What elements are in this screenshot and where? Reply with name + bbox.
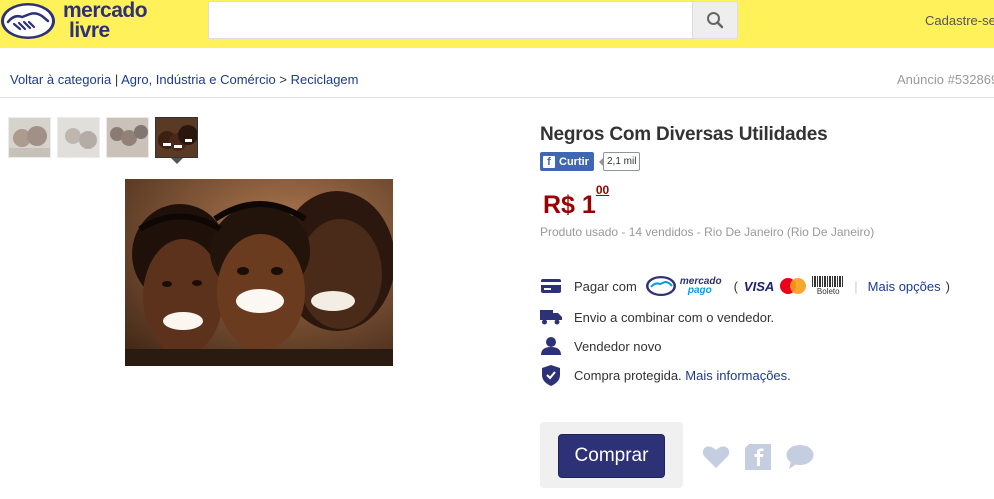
- speech-bubble-icon: [786, 445, 814, 469]
- pay-with-label: Pagar com: [574, 278, 637, 294]
- product-main-photo[interactable]: [125, 179, 393, 366]
- product-meta: Produto usado - 14 vendidos - Rio De Jan…: [540, 225, 874, 239]
- signup-link[interactable]: Cadastre-se: [925, 13, 994, 28]
- mastercard-icon: [780, 278, 807, 294]
- product-thumbnail-4[interactable]: [155, 117, 198, 158]
- back-to-category-link[interactable]: Voltar à categoria: [10, 72, 111, 87]
- breadcrumb: Voltar à categoria | Agro, Indústria e C…: [10, 72, 359, 87]
- search-input[interactable]: [208, 1, 693, 39]
- breadcrumb-subcategory-link[interactable]: Reciclagem: [291, 72, 359, 87]
- credit-card-icon: [540, 275, 562, 297]
- protection-row: Compra protegida. Mais informações.: [540, 364, 791, 386]
- mercado-pago-handshake-icon: [645, 276, 676, 296]
- facebook-icon: f: [543, 155, 555, 168]
- search-icon: [707, 12, 724, 29]
- meta-separator: -: [693, 225, 705, 239]
- shield-check-icon: [540, 364, 562, 386]
- mercado-livre-logo[interactable]: mercado livre: [0, 0, 170, 44]
- more-info-link[interactable]: Mais informações.: [685, 368, 790, 383]
- heart-icon: [702, 446, 730, 468]
- price-cents: 00: [595, 182, 610, 197]
- sold-count: 14 vendidos: [628, 225, 694, 239]
- product-thumbnail-1[interactable]: [8, 117, 51, 158]
- question-button[interactable]: [786, 443, 814, 471]
- boleto-icon: Boleto: [812, 276, 845, 296]
- meta-separator: -: [618, 225, 629, 239]
- product-thumbnail-3[interactable]: [106, 117, 149, 158]
- buy-box: Comprar: [540, 422, 683, 488]
- protection-text: Compra protegida.: [574, 367, 682, 383]
- logo-wordmark: mercado livre: [63, 0, 148, 42]
- shipping-row: Envio a combinar com o vendedor.: [540, 306, 774, 328]
- product-thumbnail-2[interactable]: [57, 117, 100, 158]
- product-condition: Produto usado: [540, 225, 619, 239]
- handshake-logo-icon: [1, 3, 55, 39]
- header-bar: mercado livre Cadastre-se: [0, 0, 994, 48]
- facebook-share-icon: [745, 444, 771, 470]
- thumbnail-selected-indicator: [171, 158, 183, 164]
- more-payment-options-link[interactable]: Mais opções: [868, 279, 941, 294]
- buy-button[interactable]: Comprar: [558, 434, 665, 478]
- breadcrumb-arrow: >: [279, 72, 287, 87]
- facebook-like-button[interactable]: f Curtir: [540, 152, 594, 171]
- facebook-share-button[interactable]: [744, 443, 772, 471]
- facebook-like-label: Curtir: [559, 155, 589, 168]
- mercado-pago-logo: mercado pago: [645, 275, 722, 297]
- header-divider: [0, 97, 994, 98]
- visa-logo: VISA: [743, 278, 775, 294]
- favorite-button[interactable]: [702, 443, 730, 471]
- boleto-label: Boleto: [816, 287, 840, 296]
- facebook-like-count: 2,1 mil: [598, 152, 641, 171]
- shipping-text: Envio a combinar com o vendedor.: [574, 309, 775, 325]
- search-button[interactable]: [692, 1, 738, 39]
- listing-id: Anúncio #532869: [897, 72, 994, 87]
- truck-icon: [540, 306, 562, 328]
- mercado-pago-line-2: pago: [687, 285, 712, 296]
- logo-line-1: mercado: [63, 0, 148, 22]
- breadcrumb-separator: |: [114, 72, 119, 87]
- breadcrumb-category-link[interactable]: Agro, Indústria e Comércio: [121, 72, 276, 87]
- open-paren: (: [733, 278, 738, 294]
- seller-row: Vendedor novo: [540, 335, 661, 357]
- product-price: R$ 100: [543, 183, 609, 220]
- payment-row: Pagar com mercado pago ( VISA Boleto | Ma…: [540, 275, 950, 297]
- product-location: Rio De Janeiro (Rio De Janeiro): [704, 225, 875, 239]
- logo-line-2: livre: [69, 19, 110, 42]
- payment-pipe: |: [854, 278, 858, 294]
- user-icon: [540, 335, 562, 357]
- price-main: R$ 1: [543, 191, 596, 219]
- product-title: Negros Com Diversas Utilidades: [540, 124, 828, 145]
- seller-status: Vendedor novo: [574, 338, 662, 354]
- close-paren: ): [945, 278, 950, 294]
